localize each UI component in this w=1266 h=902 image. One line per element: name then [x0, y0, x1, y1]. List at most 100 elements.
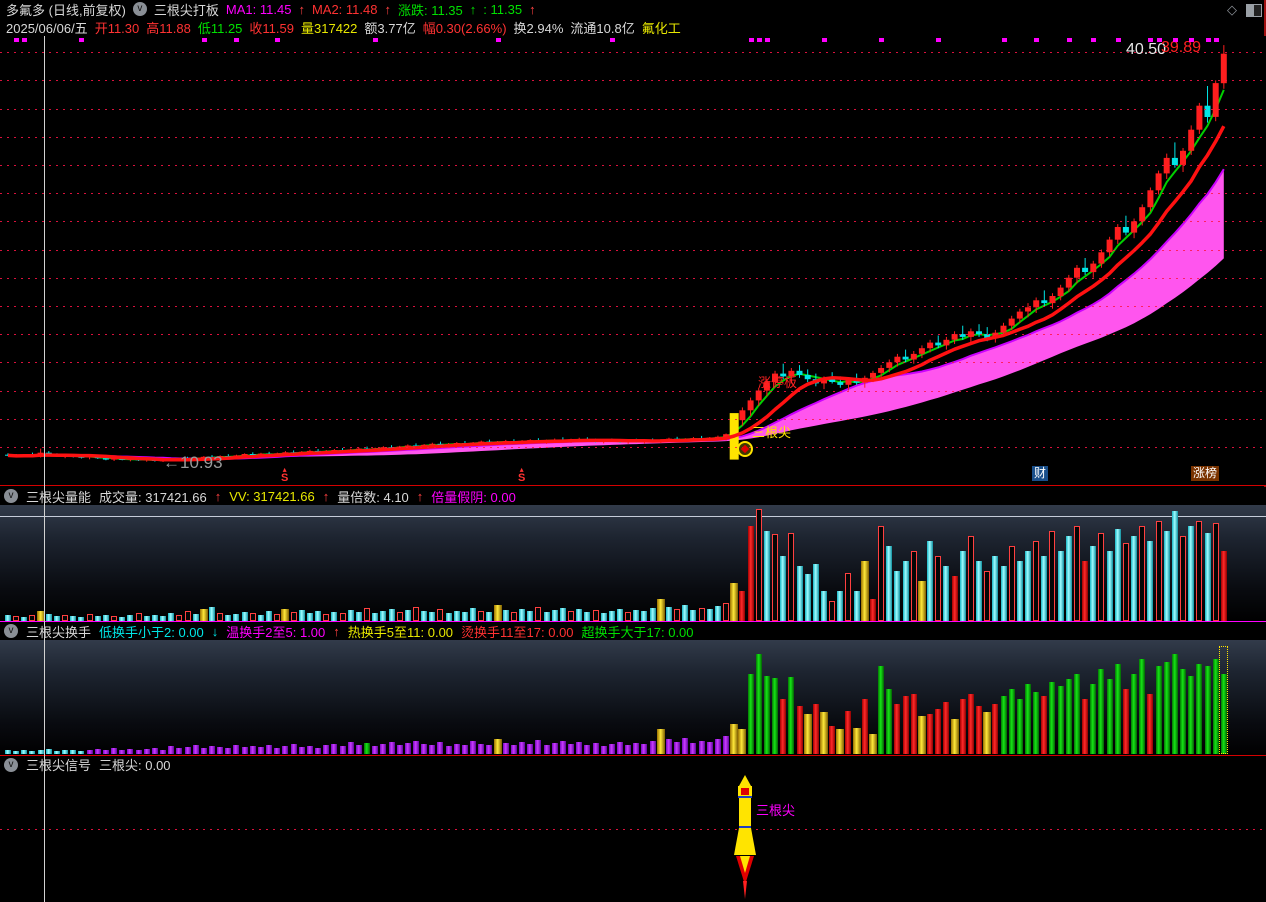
quote-float: 流通10.8亿: [570, 18, 634, 37]
volume-panel-title: 三根尖量能: [26, 487, 91, 506]
turnover-bar: [723, 736, 729, 754]
turnover-bar: [943, 702, 949, 754]
turnover-bar: [527, 744, 533, 754]
volume-bar: [13, 616, 19, 621]
price-gridline: [0, 52, 1266, 53]
gem-signal-icon: [737, 441, 753, 457]
turnover-bar: [707, 742, 713, 754]
turnover-bar: [356, 745, 362, 754]
volume-bar: [739, 591, 745, 621]
turnover-bar: [1205, 666, 1211, 754]
turnover-bar: [927, 714, 933, 754]
turnover-bar: [738, 729, 746, 754]
turnover-bar: [78, 751, 84, 754]
signal-dot: [1067, 38, 1072, 42]
volume-bar: [609, 611, 615, 621]
volume-bar: [429, 612, 435, 621]
turnover-bar: [601, 746, 607, 754]
volume-bar: [62, 615, 68, 621]
signal-dot: [822, 38, 827, 42]
crosshair-line[interactable]: [44, 36, 45, 902]
volume-field: 成交量: 317421.66: [99, 487, 207, 506]
volume-bar: [886, 546, 892, 621]
turnover-bar: [886, 689, 892, 754]
turnover-bar: [730, 724, 738, 754]
chevron-down-icon[interactable]: v: [4, 489, 18, 503]
turnover-bar: [836, 729, 844, 754]
stock-title: 多氟多 (日线,前复权): [6, 0, 126, 19]
turnover-bar: [535, 740, 541, 754]
volume-bar: [266, 611, 272, 621]
turnover-bar: [878, 666, 884, 754]
chevron-down-icon[interactable]: v: [4, 624, 18, 638]
turnover-bar: [103, 750, 109, 754]
quote-industry[interactable]: 氟化工: [642, 18, 681, 37]
split-window-icon[interactable]: [1246, 4, 1262, 17]
turnover-bar: [1025, 684, 1031, 754]
turnover-bar: [340, 746, 346, 754]
change-arrow: ↑: [470, 2, 477, 17]
signal-dot: [234, 38, 239, 42]
volume-bar: [421, 611, 427, 621]
volume-chart[interactable]: [0, 505, 1266, 622]
volume-bar: [193, 614, 199, 621]
field-arrow: ↑: [215, 489, 222, 504]
volume-bar: [478, 611, 484, 621]
turnover-bar: [470, 741, 476, 754]
turnover-chart[interactable]: [0, 640, 1266, 755]
volume-bar: [331, 612, 337, 621]
hot-turnover-field: 热换手5至11: 0.00: [348, 622, 453, 641]
turnover-bar: [1090, 684, 1096, 754]
turnover-bar: [1213, 659, 1219, 754]
rank-badge[interactable]: 涨榜: [1191, 466, 1219, 481]
turnover-bar: [152, 748, 158, 754]
cai-badge[interactable]: 财: [1032, 466, 1048, 481]
turnover-bar: [845, 711, 851, 754]
quote-amplitude: 幅0.30(2.66%): [423, 18, 507, 37]
volume-bar: [200, 609, 208, 621]
ma2-value: MA2: 11.48: [312, 2, 378, 17]
super-turnover-field: 超换手大于17: 0.00: [582, 622, 694, 641]
turnover-bar: [1164, 662, 1170, 754]
turnover-bar: [307, 746, 313, 754]
indicator-title[interactable]: 三根尖打板: [154, 0, 219, 19]
turnover-bar: [804, 714, 812, 754]
chevron-down-icon[interactable]: v: [4, 758, 18, 772]
volume-bar: [1025, 551, 1031, 621]
turnover-header: v 三根尖换手 低换手小于2: 0.00↓ 温换手2至5: 1.00↑ 热换手5…: [0, 622, 1266, 640]
volume-bar: [1147, 541, 1153, 621]
volume-bar: [1156, 521, 1162, 621]
turnover-bar: [617, 742, 623, 754]
signal-chart[interactable]: 三根尖: [0, 773, 1266, 902]
signal-dot: [757, 38, 762, 42]
volume-bar: [633, 610, 639, 621]
chevron-down-icon[interactable]: v: [133, 2, 147, 16]
volume-bar: [437, 609, 443, 621]
turnover-bar: [176, 748, 182, 754]
turnover-bar: [160, 750, 166, 754]
turnover-bar: [258, 747, 264, 754]
turnover-bar: [462, 745, 468, 754]
volume-bar: [356, 612, 362, 621]
volume-bar: [797, 566, 803, 621]
diamond-icon[interactable]: ◇: [1227, 2, 1237, 18]
quote-volume: 量317422: [301, 18, 357, 37]
volume-bar: [1164, 531, 1170, 621]
volume-bar: [519, 609, 525, 621]
volume-bar: [323, 614, 329, 621]
volume-bar: [780, 556, 786, 621]
turnover-bar: [46, 749, 52, 754]
volume-bar: [911, 551, 917, 621]
change-value: 涨跌: 11.35: [398, 0, 463, 19]
volume-bar: [992, 556, 998, 621]
turnover-bar: [511, 745, 517, 754]
main-chart[interactable]: ←10.93 40.50 39.89 涨停板 三根尖 ▴S ▴S 财 涨榜: [0, 36, 1266, 486]
turnover-bar: [1147, 694, 1153, 754]
volume-bar: [1041, 556, 1047, 621]
volume-bar: [152, 615, 158, 621]
turnover-bar: [1001, 696, 1007, 754]
volume-bar: [486, 612, 492, 621]
warm-turnover-field: 温换手2至5: 1.00: [226, 622, 325, 641]
volume-bar: [136, 613, 142, 621]
volume-bar: [103, 615, 109, 621]
